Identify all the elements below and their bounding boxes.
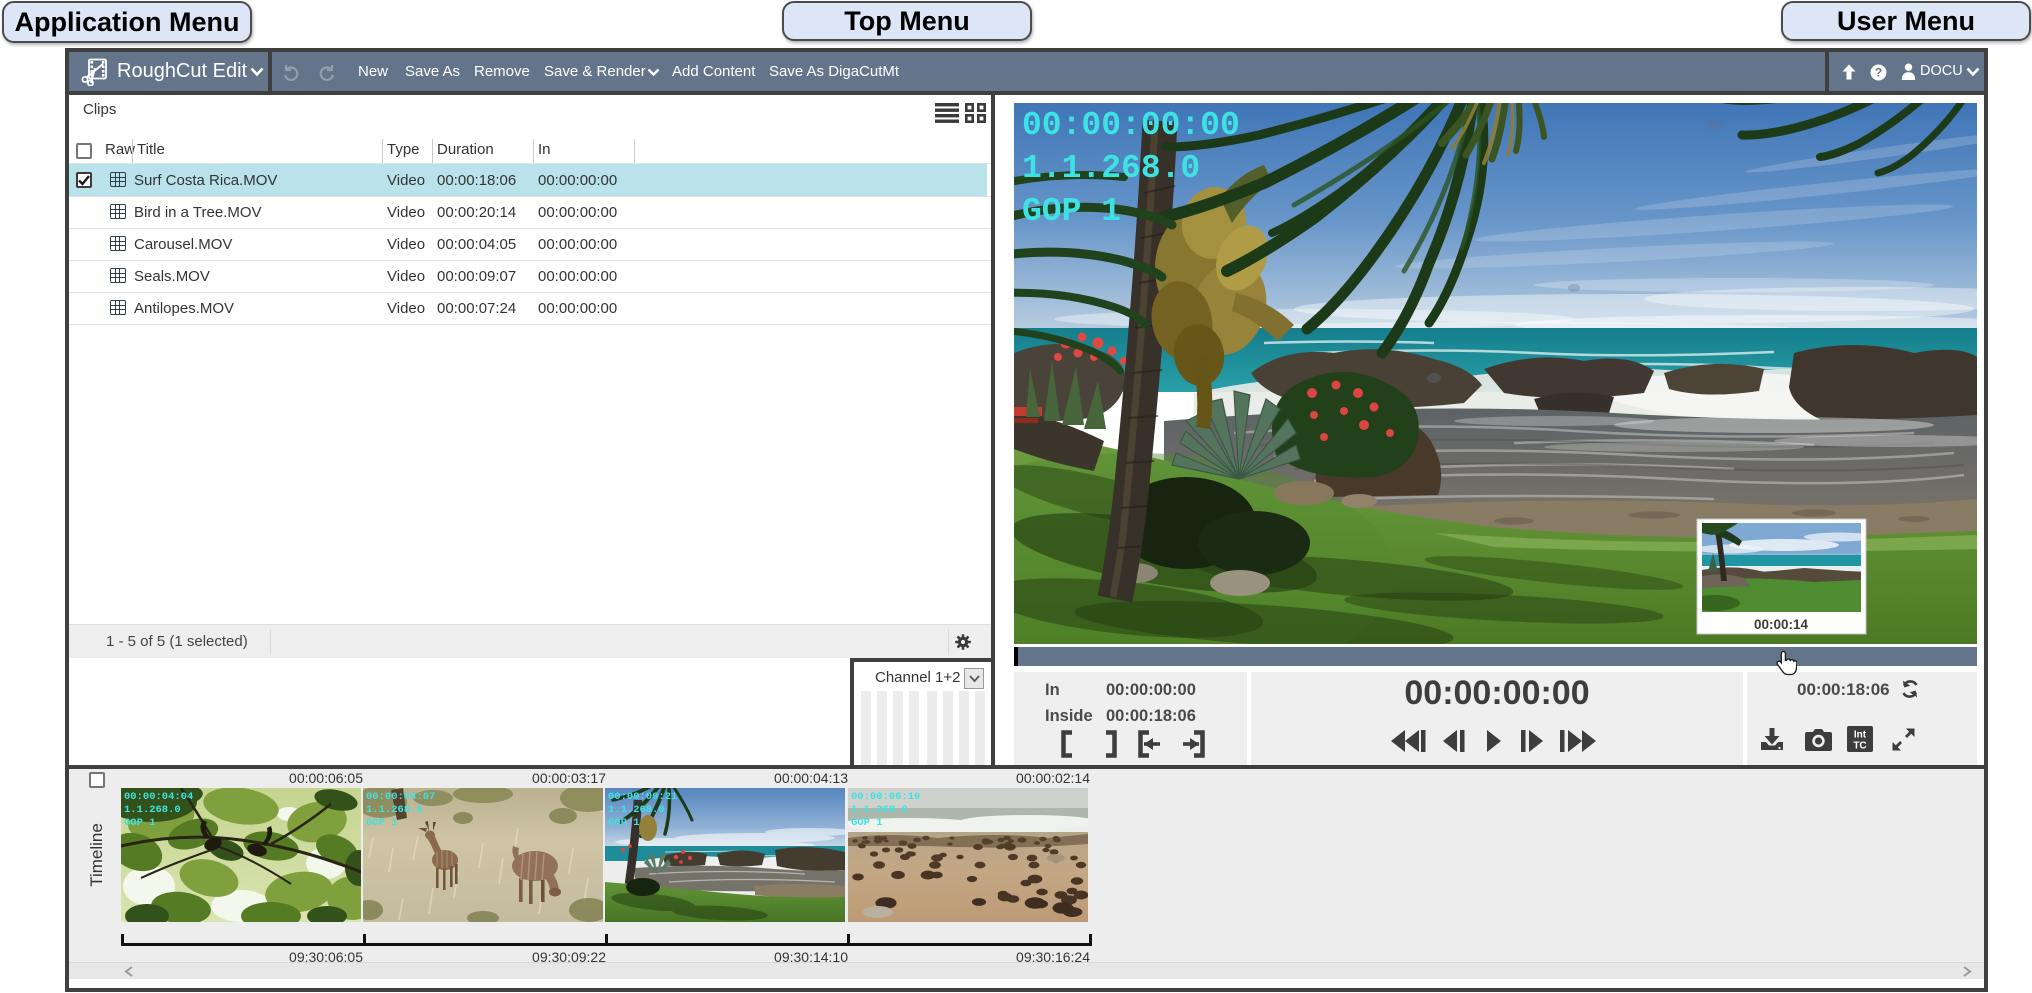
svg-text:1.1.268.0: 1.1.268.0 xyxy=(608,804,665,816)
svg-text:00:00:00:00: 00:00:00:00 xyxy=(1022,107,1240,144)
svg-text:GOP 1: GOP 1 xyxy=(608,817,640,829)
svg-text:Int: Int xyxy=(1854,730,1867,741)
svg-text:GOP 1: GOP 1 xyxy=(851,817,883,829)
svg-text:GOP 1: GOP 1 xyxy=(366,817,398,829)
svg-text:1.1.268.0: 1.1.268.0 xyxy=(124,804,181,816)
svg-text:TC: TC xyxy=(1853,741,1866,752)
svg-text:00:00:04:07: 00:00:04:07 xyxy=(366,791,435,803)
svg-text:00:00:06:10: 00:00:06:10 xyxy=(851,791,920,803)
svg-text:GOP 1: GOP 1 xyxy=(1022,193,1121,230)
svg-text:00:00:14: 00:00:14 xyxy=(1754,617,1809,632)
svg-text:?: ? xyxy=(1875,66,1882,80)
svg-text:00:00:04:04: 00:00:04:04 xyxy=(124,791,193,803)
svg-text:GOP 1: GOP 1 xyxy=(124,817,156,829)
svg-text:1.1.268.0: 1.1.268.0 xyxy=(851,804,908,816)
svg-text:00:00:00:21: 00:00:00:21 xyxy=(608,791,677,803)
svg-text:1.1.268.0: 1.1.268.0 xyxy=(366,804,423,816)
svg-text:1.1.268.0: 1.1.268.0 xyxy=(1022,150,1200,187)
